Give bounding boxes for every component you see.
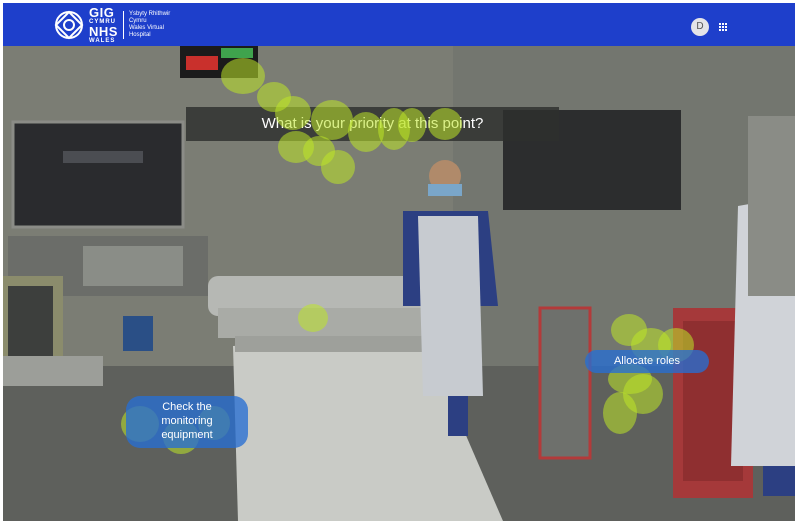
- celtic-knot-icon: [54, 10, 84, 40]
- logo-divider: [122, 11, 124, 39]
- choice-allocate-roles-button[interactable]: Allocate roles: [585, 350, 709, 373]
- apps-grid-icon[interactable]: [719, 23, 727, 31]
- user-avatar[interactable]: D: [691, 18, 709, 36]
- gaze-heatmap-blob: [428, 108, 462, 140]
- logo-wales: WALES: [89, 38, 116, 44]
- gaze-heatmap-blob: [311, 100, 353, 140]
- choice-label-line: equipment: [161, 429, 213, 441]
- hospital-360-scene[interactable]: What is your priority at this point? All…: [3, 46, 795, 521]
- logo-gig: GIG: [89, 5, 115, 20]
- gaze-heatmap-blob: [298, 304, 328, 332]
- logo-text-line: Cymru: [128, 18, 147, 24]
- choice-label-line: monitoring: [161, 415, 213, 427]
- gaze-heatmap-blob: [321, 150, 355, 184]
- app-header: GIG CYMRU NHS WALES Ysbyty Rhithwir Cymr…: [3, 3, 795, 46]
- logo-text-line: Wales Virtual: [128, 25, 164, 31]
- logo-text-line: Hospital: [128, 32, 151, 38]
- gaze-heatmap-blob: [275, 96, 311, 130]
- logo-text-line: Ysbyty Rhithwir: [128, 11, 171, 17]
- logo-hospital-name: Ysbyty Rhithwir Cymru Wales Virtual Hosp…: [129, 11, 189, 39]
- choice-label-line: Check the: [162, 401, 212, 413]
- gaze-heatmap-blob: [603, 392, 637, 434]
- nhs-wales-logo: GIG CYMRU NHS WALES Ysbyty Rhithwir Cymr…: [53, 6, 189, 44]
- logo-letters: GIG CYMRU NHS WALES: [89, 6, 118, 44]
- gaze-heatmap-blob: [398, 108, 426, 142]
- choice-check-monitoring-button[interactable]: Check the monitoring equipment: [126, 396, 248, 448]
- logo-nhs: NHS: [89, 24, 118, 39]
